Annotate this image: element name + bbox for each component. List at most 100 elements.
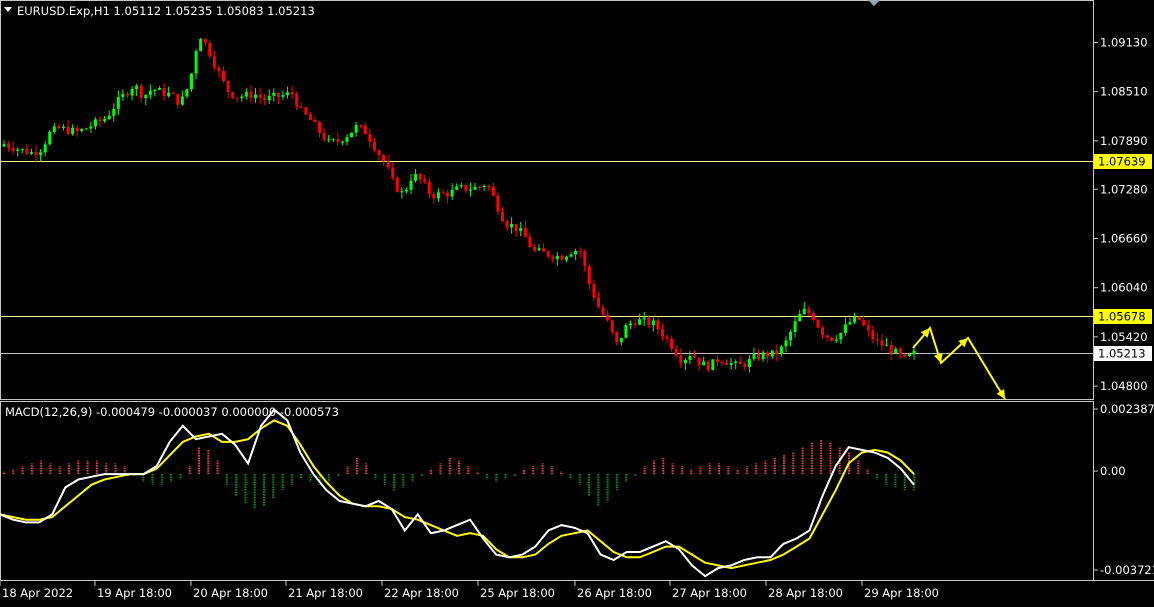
macd-header: MACD(12,26,9) -0.000479 -0.000037 0.0000…: [5, 405, 339, 419]
candle-body: [839, 332, 843, 340]
candle-body: [281, 95, 285, 97]
background: [0, 0, 1154, 603]
candle-body: [290, 92, 294, 95]
candle-body: [16, 149, 20, 151]
candle-body: [418, 173, 422, 180]
candle-body: [528, 236, 532, 248]
candle-body: [231, 92, 235, 98]
candle-body: [148, 90, 152, 95]
candle-body: [825, 335, 829, 338]
candle-body: [729, 362, 733, 366]
price-tick-label: 1.07280: [1100, 182, 1148, 196]
candle-body: [747, 359, 751, 368]
candle-body: [98, 119, 102, 122]
candle-body: [578, 251, 582, 253]
candle-body: [894, 348, 898, 354]
candle-body: [862, 320, 866, 326]
candle-body: [743, 363, 747, 368]
time-tick-label: 28 Apr 18:00: [768, 586, 843, 600]
candle-body: [821, 327, 825, 336]
candle-body: [409, 180, 413, 190]
candle-body: [688, 356, 692, 360]
candle-body: [176, 93, 180, 105]
candle-body: [734, 361, 738, 363]
candle-body: [555, 255, 559, 260]
chart-root[interactable]: EURUSD.Exp,H1 1.05112 1.05235 1.05083 1.…: [0, 0, 1154, 603]
candle-body: [697, 357, 701, 366]
candle-body: [473, 186, 477, 190]
candle-body: [217, 67, 221, 72]
candle-body: [775, 350, 779, 355]
price-tick-label: 1.06040: [1100, 281, 1148, 295]
candle-body: [199, 39, 203, 52]
candle-body: [107, 115, 111, 120]
candle-body: [807, 308, 811, 314]
candle-body: [322, 132, 326, 140]
candle-body: [52, 126, 56, 132]
candle-body: [135, 85, 139, 90]
candle-body: [116, 97, 120, 109]
candle-body: [912, 350, 916, 355]
candle-body: [601, 307, 605, 315]
candle-body: [898, 348, 902, 355]
time-tick-label: 29 Apr 18:00: [864, 586, 939, 600]
time-tick-label: 19 Apr 18:00: [97, 586, 172, 600]
candle-body: [725, 362, 729, 366]
candle-body: [318, 122, 322, 133]
candle-body: [240, 96, 244, 99]
candle-body: [350, 132, 354, 138]
candle-body: [25, 148, 29, 154]
candle-body: [853, 316, 857, 323]
time-tick-label: 21 Apr 18:00: [288, 586, 363, 600]
candle-body: [404, 189, 408, 192]
candle-body: [706, 361, 710, 371]
candle-body: [153, 89, 157, 91]
candle-body: [395, 177, 399, 192]
candle-body: [391, 167, 395, 178]
time-tick-label: 26 Apr 18:00: [577, 586, 652, 600]
candle-body: [427, 181, 431, 195]
candle-body: [299, 106, 303, 108]
candle-body: [368, 134, 372, 142]
candle-body: [615, 331, 619, 343]
candle-body: [546, 251, 550, 257]
macd-tick-label: -0.003721: [1100, 563, 1154, 577]
candle-body: [441, 192, 445, 194]
candle-body: [880, 340, 884, 346]
candle-body: [446, 192, 450, 197]
price-tick-label: 1.04800: [1100, 379, 1148, 393]
candle-body: [889, 344, 893, 354]
candle-body: [171, 92, 175, 94]
candle-body: [11, 147, 15, 151]
time-tick-label: 25 Apr 18:00: [480, 586, 555, 600]
candle-body: [564, 256, 568, 260]
candle-body: [382, 155, 386, 162]
candle-body: [720, 362, 724, 364]
candle-body: [596, 297, 600, 308]
macd-tick-label: 0.002387: [1100, 402, 1154, 416]
candle-body: [276, 92, 280, 97]
level-label: 1.05678: [1098, 310, 1146, 324]
candle-body: [254, 94, 258, 99]
candle-body: [194, 51, 198, 74]
candle-body: [587, 266, 591, 285]
candle-body: [885, 344, 889, 346]
candle-body: [436, 192, 440, 199]
candle-body: [103, 119, 107, 122]
candle-body: [523, 227, 527, 237]
candle-body: [372, 141, 376, 151]
chart-canvas[interactable]: EURUSD.Exp,H1 1.05112 1.05235 1.05083 1.…: [0, 0, 1154, 603]
candle-body: [642, 317, 646, 320]
candle-body: [249, 91, 253, 99]
price-tick-label: 1.08510: [1100, 85, 1148, 99]
candle-body: [793, 321, 797, 332]
candle-body: [482, 185, 486, 187]
candle-body: [208, 43, 212, 57]
candle-body: [139, 85, 143, 99]
candle-body: [157, 87, 161, 90]
candle-body: [400, 191, 404, 193]
candle-body: [757, 354, 761, 359]
candle-body: [569, 254, 573, 257]
candle-body: [715, 359, 719, 363]
candle-body: [514, 224, 518, 231]
